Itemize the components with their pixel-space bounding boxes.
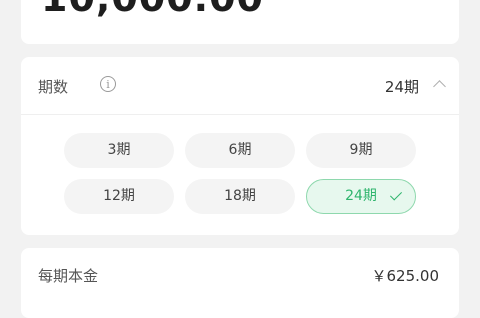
- check-icon: [389, 188, 403, 201]
- principal-label: 每期本金: [38, 267, 99, 285]
- term-option-18[interactable]: 18期: [185, 179, 295, 214]
- principal-value: ￥625.00: [371, 267, 440, 285]
- term-header[interactable]: 期数 i 24期: [21, 57, 459, 115]
- term-option-label: 6期: [228, 142, 252, 158]
- term-option-label: 18期: [224, 188, 256, 204]
- info-icon[interactable]: i: [100, 76, 116, 92]
- chevron-up-icon[interactable]: [433, 80, 446, 93]
- amount-card: 10,000.00: [21, 0, 459, 44]
- term-option-9[interactable]: 9期: [306, 133, 416, 168]
- term-option-label: 9期: [349, 142, 373, 158]
- term-option-3[interactable]: 3期: [64, 133, 174, 168]
- principal-card: 每期本金 ￥625.00: [21, 248, 459, 318]
- term-option-24[interactable]: 24期: [306, 179, 416, 214]
- term-option-label: 3期: [107, 142, 131, 158]
- term-card: 期数 i 24期 3期 6期 9期 12期 18期 24期: [21, 57, 459, 235]
- term-option-12[interactable]: 12期: [64, 179, 174, 214]
- term-selected-value: 24期: [384, 78, 419, 96]
- term-option-6[interactable]: 6期: [185, 133, 295, 168]
- term-option-label: 12期: [103, 188, 135, 204]
- term-option-label: 24期: [345, 188, 377, 204]
- loan-amount-value: 10,000.00: [41, 0, 264, 20]
- term-label: 期数: [38, 78, 69, 96]
